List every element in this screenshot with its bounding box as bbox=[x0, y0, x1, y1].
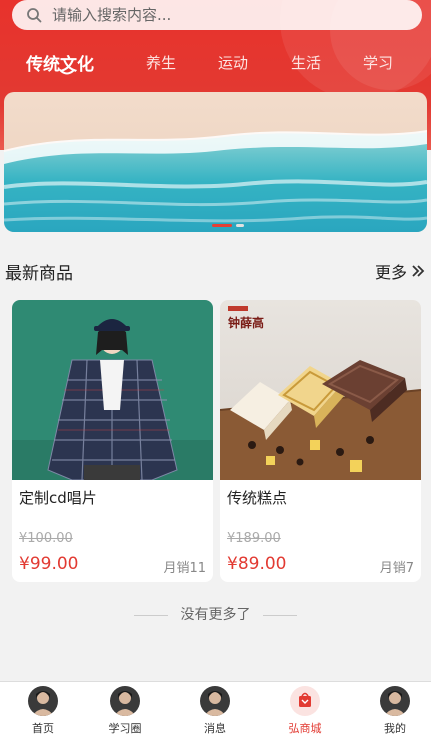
tabbar-item-messages[interactable]: 消息 bbox=[172, 686, 258, 736]
product-sales: 月销11 bbox=[163, 561, 206, 576]
product-image: 钟薛高 bbox=[220, 300, 421, 480]
tab-study[interactable]: 学习 bbox=[363, 52, 393, 73]
section-title: 最新商品 bbox=[5, 264, 73, 284]
product-original-price: ¥100.00 bbox=[19, 531, 73, 546]
section-header: 最新商品 更多 bbox=[0, 256, 431, 286]
search-input[interactable] bbox=[52, 6, 392, 24]
avatar-icon bbox=[28, 686, 58, 716]
product-sales: 月销7 bbox=[379, 561, 414, 576]
avatar-icon bbox=[380, 686, 410, 716]
mall-icon bbox=[290, 686, 320, 716]
carousel-dots bbox=[212, 224, 244, 227]
tabbar-label: 学习圈 bbox=[108, 722, 142, 735]
divider-line bbox=[262, 614, 297, 616]
search-icon bbox=[27, 8, 42, 23]
more-link[interactable]: 更多 bbox=[375, 259, 425, 283]
tabbar-item-mall[interactable]: 弘商城 bbox=[262, 686, 348, 736]
product-card[interactable]: 钟薛高 传统糕点 ¥189.00 ¥89.00 月销7 bbox=[220, 300, 421, 582]
product-name: 定制cd唱片 bbox=[19, 489, 97, 507]
tabbar-label: 我的 bbox=[384, 722, 406, 735]
product-price: ¥99.00 bbox=[19, 554, 79, 574]
more-label: 更多 bbox=[374, 263, 407, 282]
carousel-dot-active bbox=[212, 224, 232, 227]
brand-logo-text: 钟薛高 bbox=[228, 315, 264, 330]
product-original-price: ¥189.00 bbox=[227, 531, 281, 546]
tabbar-item-mine[interactable]: 我的 bbox=[352, 686, 431, 736]
search-bar[interactable] bbox=[12, 0, 422, 30]
product-card[interactable]: 定制cd唱片 ¥100.00 ¥99.00 月销11 bbox=[12, 300, 213, 582]
active-tab-indicator bbox=[59, 69, 75, 75]
tab-sports[interactable]: 运动 bbox=[218, 52, 248, 73]
product-price: ¥89.00 bbox=[227, 554, 287, 574]
beach-image bbox=[4, 92, 427, 232]
tab-health[interactable]: 养生 bbox=[146, 52, 176, 73]
double-chevron-right-icon bbox=[412, 265, 425, 277]
divider-line bbox=[134, 614, 169, 616]
list-end-notice: 没有更多了 bbox=[0, 604, 431, 624]
avatar-icon bbox=[200, 686, 230, 716]
tabbar-label: 消息 bbox=[204, 722, 226, 735]
avatar-icon bbox=[110, 686, 140, 716]
list-end-text: 没有更多了 bbox=[180, 607, 251, 623]
tab-life[interactable]: 生活 bbox=[291, 52, 321, 73]
tabbar-label: 弘商城 bbox=[288, 722, 322, 735]
tabbar-item-home[interactable]: 首页 bbox=[0, 686, 86, 736]
tabbar-label: 首页 bbox=[32, 722, 54, 735]
bottom-tab-bar: 首页 学习圈 消息 弘商城 我的 bbox=[0, 681, 431, 743]
product-name: 传统糕点 bbox=[227, 489, 288, 507]
carousel-dot bbox=[236, 224, 244, 227]
product-image bbox=[12, 300, 213, 480]
tabbar-item-study-circle[interactable]: 学习圈 bbox=[82, 686, 168, 736]
category-tabs: 传统文化 养生 运动 生活 学习 bbox=[0, 46, 431, 86]
banner-carousel[interactable] bbox=[4, 92, 427, 232]
